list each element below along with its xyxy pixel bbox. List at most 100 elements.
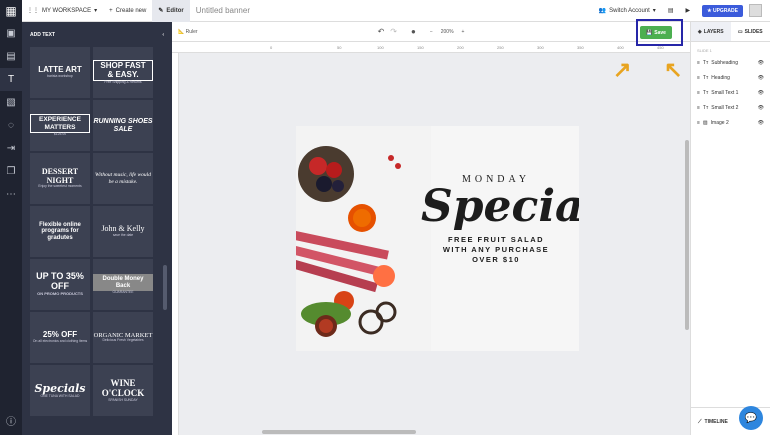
editor-tab[interactable]: ✎ Editor	[152, 0, 190, 22]
card-subtitle: $125.00	[53, 131, 67, 136]
undo-icon[interactable]: ↶	[378, 27, 385, 36]
eye-icon[interactable]: 👁	[758, 105, 764, 111]
zoom-out-icon[interactable]: −	[430, 29, 433, 35]
redo-icon[interactable]: ↷	[390, 27, 397, 36]
banner-line: OVER $10	[472, 255, 520, 265]
drag-handle-icon[interactable]: ≡	[697, 120, 700, 126]
text-icon: Tт	[702, 59, 709, 66]
chat-icon[interactable]: 💬	[739, 406, 763, 430]
card-subtitle: Delicious Fresh Vegetables	[102, 338, 144, 343]
create-new-label: Create new	[115, 7, 147, 14]
tab-layers-label: LAYERS	[703, 28, 724, 35]
layer-item[interactable]: ≡ Tт Small Text 2 👁	[691, 100, 770, 115]
more-icon[interactable]: ⋯	[0, 183, 22, 206]
pencil-icon: ✎	[158, 8, 164, 14]
info-icon[interactable]: ⓘ	[0, 409, 22, 432]
text-template-card[interactable]: 25% OFF On all electronics and clothing i…	[30, 312, 90, 363]
tab-layers[interactable]: ◈ LAYERS	[691, 22, 731, 41]
banner-line: FREE FRUIT SALAD	[447, 235, 545, 244]
text-template-card[interactable]: Flexible online programs for gradutes	[30, 206, 90, 257]
text-template-card[interactable]: Double Money Back GUARANTEE	[93, 259, 153, 310]
ruler-tick: 250	[497, 45, 504, 50]
banner-small-text-1[interactable]: FREE FRUIT SALAD WITH ANY PURCHASE OVER …	[421, 235, 571, 265]
drag-handle-icon[interactable]: ≡	[697, 105, 700, 111]
zoom-in-icon[interactable]: +	[462, 29, 465, 35]
upgrade-button[interactable]: ★ UPGRADE	[702, 4, 743, 17]
layers-icon: ◈	[697, 28, 702, 35]
fruit-image[interactable]	[296, 126, 431, 351]
text-template-card[interactable]: Without music, life would be a mistake.	[93, 153, 153, 204]
banner-heading[interactable]: Special	[421, 185, 579, 229]
zoom-level[interactable]: 200%	[441, 29, 454, 35]
eye-icon[interactable]: 👁	[758, 60, 764, 66]
collapse-panel-icon[interactable]: ‹	[162, 32, 164, 38]
text-template-grid: LATTE ART barista workshop SHOP FAST & EA…	[22, 47, 172, 416]
drag-handle-icon[interactable]: ≡	[697, 60, 700, 66]
card-title: EXPERIENCE MATTERS	[30, 114, 90, 133]
layer-item[interactable]: ≡ ▨ Image 2 👁	[691, 115, 770, 130]
panel-scrollbar[interactable]	[163, 265, 167, 310]
card-title: Without music, life would be a mistake.	[95, 172, 151, 185]
document-title[interactable]: Untitled banner	[196, 6, 250, 15]
ruler-tick: 300	[537, 45, 544, 50]
eye-icon[interactable]: 👁	[758, 75, 764, 81]
layout-icon[interactable]: ▣	[0, 22, 22, 45]
play-icon[interactable]: ●	[411, 27, 416, 36]
card-title: WINE O'CLOCK	[101, 377, 145, 398]
eye-icon[interactable]: 👁	[758, 120, 764, 126]
layer-item[interactable]: ≡ Tт Small Text 1 👁	[691, 85, 770, 100]
text-template-card[interactable]: EXPERIENCE MATTERS $125.00	[30, 100, 90, 151]
eye-icon[interactable]: 👁	[758, 90, 764, 96]
text-template-card[interactable]: Specials ONE TUNA WITH SALAD	[30, 365, 90, 416]
app-logo[interactable]: ▦	[0, 0, 22, 22]
layer-name: Heading	[711, 74, 730, 81]
drag-handle-icon[interactable]: ≡	[697, 75, 700, 81]
layer-item[interactable]: ≡ Tт Heading 👁	[691, 70, 770, 85]
shapes-icon[interactable]: ◌	[0, 114, 22, 137]
users-icon: 👥	[598, 8, 607, 14]
text-template-card[interactable]: John & Kelly save the date	[93, 206, 153, 257]
tab-slides[interactable]: ▭ SLIDES	[731, 22, 770, 41]
workspace-label: MY WORKSPACE	[42, 7, 92, 14]
workspace-menu[interactable]: ⋮⋮ MY WORKSPACE ▾	[22, 0, 103, 22]
copy-icon[interactable]: ❐	[0, 160, 22, 183]
ruler-toggle[interactable]: 📐 Ruler	[178, 29, 198, 35]
arrow-annotation-icon: ↖	[664, 57, 683, 82]
grid-icon: ⋮⋮	[27, 8, 39, 14]
text-template-card[interactable]: RUNNING SHOES SALE	[93, 100, 153, 151]
images-icon[interactable]: ▧	[0, 91, 22, 114]
text-template-card[interactable]: UP TO 35% OFF ON PROMO PRODUCTS	[30, 259, 90, 310]
ruler-tick: 50	[337, 45, 342, 50]
vertical-scrollbar[interactable]	[685, 140, 689, 330]
layer-item[interactable]: ≡ Tт Subheading 👁	[691, 55, 770, 70]
text-template-card[interactable]: DESSERT NIGHT Enjoy the sweetest moments	[30, 153, 90, 204]
text-icon: Tт	[702, 74, 709, 81]
card-subtitle: barista workshop	[47, 74, 73, 79]
layer-name: Small Text 1	[711, 89, 739, 96]
banner-canvas[interactable]: MONDAY Special FREE FRUIT SALAD WITH ANY…	[296, 126, 579, 351]
card-subtitle: ON PROMO PRODUCTS	[37, 291, 83, 297]
slides-icon: ▭	[737, 28, 743, 35]
horizontal-ruler: 0 50 100 150 200 250 300 350 400 450	[172, 42, 690, 53]
ruler-tick: 200	[457, 45, 464, 50]
chevron-down-icon: ▾	[94, 8, 98, 14]
card-subtitle: ONE TUNA WITH SALAD	[40, 393, 80, 398]
banner-line: WITH ANY PURCHASE	[442, 245, 550, 255]
timeline-label: TIMELINE	[704, 418, 728, 425]
text-template-card[interactable]: ORGANIC MARKET Delicious Fresh Vegetables	[93, 312, 153, 363]
create-new-button[interactable]: + Create new	[103, 0, 152, 22]
text-template-card[interactable]: WINE O'CLOCK SPANISH SUNDAY	[93, 365, 153, 416]
text-icon: Tт	[702, 89, 709, 96]
drag-handle-icon[interactable]: ≡	[697, 90, 700, 96]
text-icon[interactable]: T	[0, 68, 22, 91]
save-highlight-box	[636, 19, 683, 46]
uploads-icon[interactable]: ⇥	[0, 137, 22, 160]
text-icon: Tт	[702, 104, 709, 111]
templates-rail-icon[interactable]: ▤	[0, 45, 22, 68]
text-template-card[interactable]: LATTE ART barista workshop	[30, 47, 90, 98]
horizontal-scrollbar[interactable]	[262, 430, 416, 434]
card-title: Double Money Back	[93, 274, 153, 292]
text-template-card[interactable]: SHOP FAST & EASY. Free Shipping & Returns	[93, 47, 153, 98]
avatar[interactable]	[749, 4, 762, 17]
ruler-tick: 0	[270, 45, 273, 50]
